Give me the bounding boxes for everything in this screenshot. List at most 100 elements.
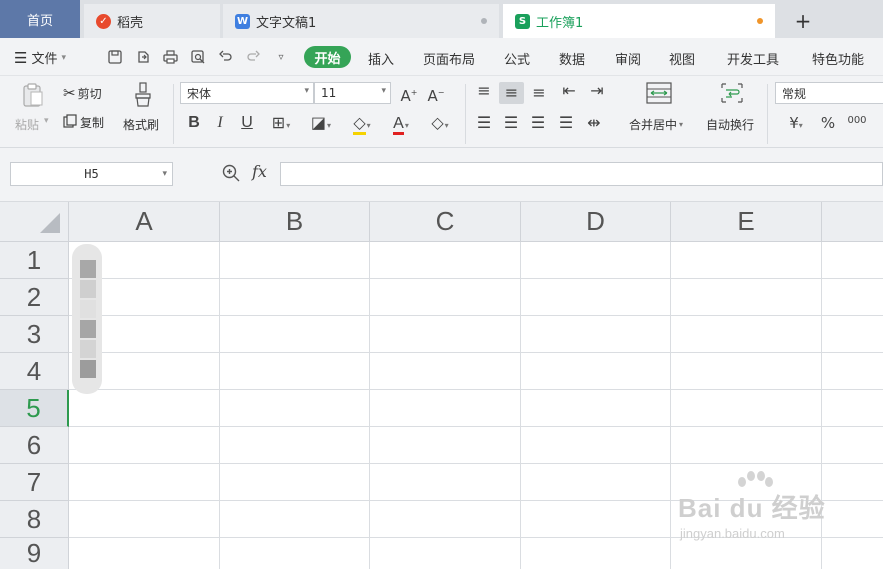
format-painter-button[interactable]	[130, 82, 156, 110]
decrease-font-icon[interactable]: A−	[425, 84, 447, 105]
column-header-c[interactable]: C	[370, 202, 521, 242]
font-color-icon[interactable]: A	[386, 114, 416, 135]
underline-icon[interactable]: U	[237, 114, 257, 132]
column-header-d[interactable]: D	[521, 202, 671, 242]
row-header-2[interactable]: 2	[0, 279, 69, 316]
font-name-select[interactable]: 宋体 ▾	[180, 82, 314, 104]
blurred-cell-content	[72, 244, 102, 394]
menu-start[interactable]: 开始	[304, 46, 351, 68]
menu-review[interactable]: 审阅	[615, 49, 641, 68]
tab-home[interactable]: 首页	[0, 0, 80, 38]
row-header-5[interactable]: 5	[0, 390, 69, 427]
row-header-9[interactable]: 9	[0, 538, 69, 569]
merge-center-icon[interactable]	[645, 82, 673, 108]
align-center-icon[interactable]: ☰	[500, 114, 522, 132]
row-header-7[interactable]: 7	[0, 464, 69, 501]
save-icon[interactable]	[105, 47, 125, 67]
column-header-a[interactable]: A	[69, 202, 220, 242]
tab-unsaved-dot	[757, 18, 763, 24]
gridline	[69, 426, 883, 427]
tab-workbook[interactable]: S 工作簿1	[503, 4, 775, 38]
menu-page-layout[interactable]: 页面布局	[423, 49, 475, 68]
tab-document[interactable]: W 文字文稿1	[223, 4, 499, 38]
tab-bar: 首页 ✓ 稻壳 W 文字文稿1 S 工作簿1 +	[0, 0, 883, 38]
paste-button[interactable]	[20, 82, 46, 110]
decrease-indent-icon[interactable]: ⇤	[558, 82, 580, 100]
select-all-button[interactable]	[0, 202, 69, 242]
align-bottom-icon[interactable]: ≡	[528, 84, 550, 102]
align-top-icon[interactable]: ≡	[473, 82, 495, 100]
menu-bar: ☰ 文件 ▾ ▿ 开始 插入 页面布局 公式 数据 审阅 视图 开发工具 特色功…	[0, 38, 883, 76]
merge-center-button[interactable]: 合并居中 ▾	[629, 116, 683, 133]
row-header-6[interactable]: 6	[0, 427, 69, 464]
watermark-main: Bai du 经验	[678, 493, 826, 523]
align-right-icon[interactable]: ☰	[527, 114, 549, 132]
watermark-url: jingyan.baidu.com	[680, 526, 785, 541]
tab-daoke[interactable]: ✓ 稻壳	[84, 4, 220, 38]
number-format-select[interactable]: 常规	[775, 82, 883, 104]
spreadsheet-icon: S	[515, 13, 530, 29]
fill-color-icon[interactable]: ◇	[347, 113, 377, 135]
menu-special[interactable]: 特色功能	[812, 49, 864, 68]
gridline	[69, 389, 883, 390]
export-icon[interactable]	[133, 47, 153, 67]
menu-developer[interactable]: 开发工具	[727, 49, 779, 68]
align-left-icon[interactable]: ☰	[473, 114, 495, 132]
tab-home-label: 首页	[26, 13, 53, 29]
menu-insert[interactable]: 插入	[368, 49, 394, 68]
bold-icon[interactable]: B	[184, 114, 204, 132]
distribute-icon[interactable]: ⇹	[583, 114, 605, 132]
undo-icon[interactable]	[216, 47, 236, 67]
ribbon-divider	[173, 84, 174, 144]
font-size-select[interactable]: 11 ▾	[314, 82, 391, 104]
gridline	[69, 278, 883, 279]
name-box[interactable]: H5 ▾	[10, 162, 173, 186]
menu-view[interactable]: 视图	[669, 49, 695, 68]
wrap-text-label[interactable]: 自动换行	[706, 116, 754, 133]
gridline	[520, 242, 521, 569]
thousands-separator-button[interactable]: 000	[844, 112, 870, 130]
increase-indent-icon[interactable]: ⇥	[586, 82, 608, 100]
quick-access-dropdown-icon[interactable]: ▿	[271, 47, 291, 67]
print-preview-icon[interactable]	[188, 47, 208, 67]
column-header-e[interactable]: E	[671, 202, 822, 242]
italic-icon[interactable]: I	[210, 114, 230, 132]
font-size-value: 11	[321, 86, 337, 100]
ribbon: 粘贴 ▾ ✂ 剪切 复制 格式刷 宋体 ▾ 11 ▾ A+ A− B I U ⊞…	[0, 76, 883, 148]
formula-input[interactable]	[280, 162, 883, 186]
row-header-1[interactable]: 1	[0, 242, 69, 279]
print-icon[interactable]	[160, 47, 180, 67]
number-format-value: 常规	[782, 86, 807, 101]
percent-button[interactable]: %	[817, 114, 839, 132]
cut-label: 剪切	[77, 86, 102, 101]
font-name-value: 宋体	[187, 86, 212, 101]
zoom-icon[interactable]	[222, 164, 240, 186]
column-header-b[interactable]: B	[220, 202, 370, 242]
format-painter-label: 格式刷	[123, 118, 160, 132]
row-header-3[interactable]: 3	[0, 316, 69, 353]
cut-button[interactable]: ✂ 剪切	[63, 84, 102, 102]
chevron-down-icon: ▾	[44, 116, 49, 126]
insert-function-button[interactable]: fx	[252, 162, 267, 181]
merge-center-label: 合并居中	[629, 118, 678, 132]
column-header-f[interactable]	[822, 202, 883, 242]
currency-button[interactable]: ¥▾	[780, 114, 812, 135]
menu-formulas[interactable]: 公式	[504, 49, 530, 68]
row-header-4[interactable]: 4	[0, 353, 69, 390]
clear-format-icon[interactable]: ◇	[425, 114, 455, 135]
align-middle-icon[interactable]: ≡	[499, 82, 524, 104]
new-tab-button[interactable]: +	[786, 4, 820, 38]
name-box-value: H5	[84, 167, 99, 181]
copy-button[interactable]: 复制	[63, 114, 104, 131]
wrap-text-icon[interactable]	[718, 82, 746, 108]
fill-pattern-icon[interactable]: ◪	[306, 114, 336, 135]
row-header-8[interactable]: 8	[0, 501, 69, 538]
file-menu[interactable]: ☰ 文件 ▾	[14, 48, 66, 68]
increase-font-icon[interactable]: A+	[398, 84, 420, 105]
menu-data[interactable]: 数据	[559, 49, 585, 68]
border-icon[interactable]: ⊞	[266, 114, 296, 135]
gridline	[670, 242, 671, 569]
justify-icon[interactable]: ☰	[555, 114, 577, 132]
copy-label: 复制	[80, 116, 105, 130]
redo-icon[interactable]	[243, 47, 263, 67]
